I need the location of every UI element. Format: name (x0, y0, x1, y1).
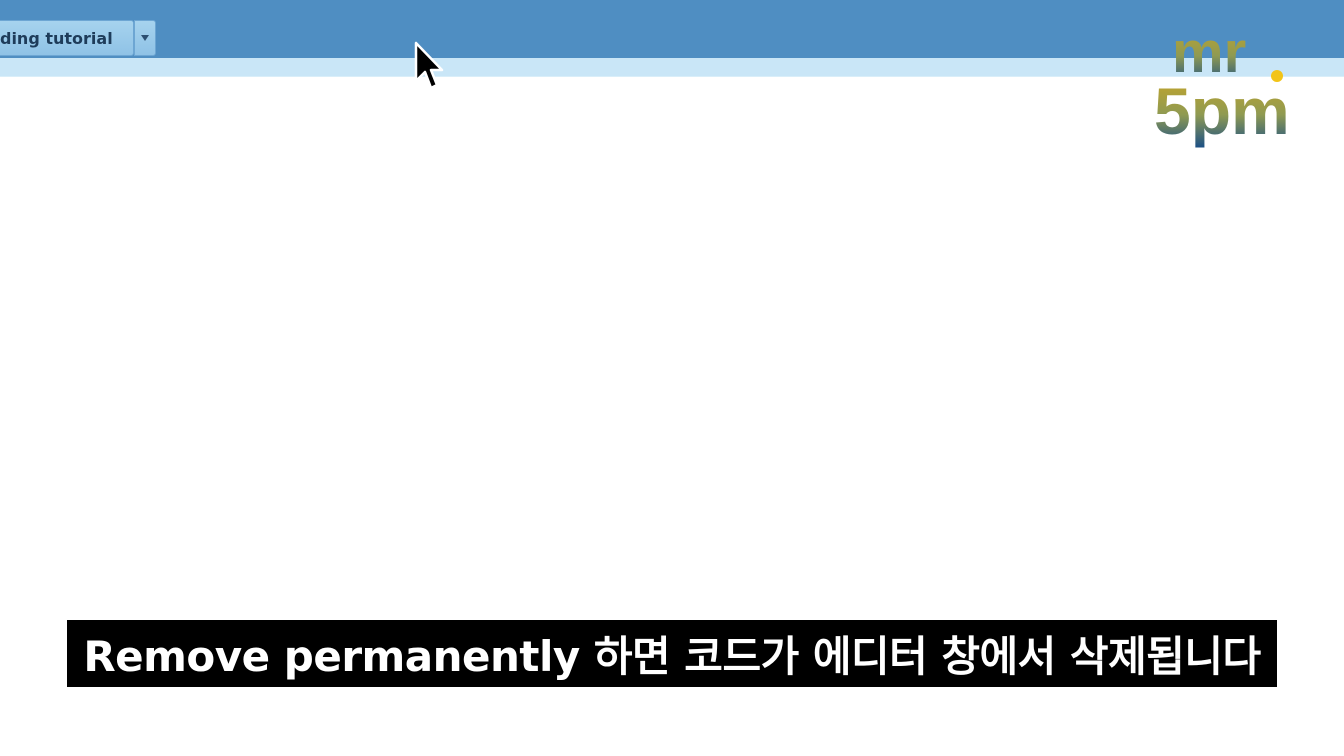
project-menu-label: oding tutorial (0, 28, 113, 48)
project-menu-button[interactable]: oding tutorial (0, 20, 134, 56)
project-dropdown-button[interactable] (134, 20, 156, 56)
subtitle-text: Remove permanently 하면 코드가 에디터 창에서 삭제됩니다 (83, 632, 1261, 681)
caret-down-icon (141, 35, 149, 41)
logo-line-2: 5pm (1154, 74, 1290, 148)
mr-5pm-logo: mr 5pm (1154, 24, 1290, 148)
video-frame: oding tutorial mr 5pm Remove permanently… (0, 0, 1344, 756)
mouse-pointer-icon (414, 41, 444, 97)
toolbar-strip (0, 58, 1344, 77)
top-toolbar: oding tutorial (0, 0, 1344, 58)
subtitle-caption: Remove permanently 하면 코드가 에디터 창에서 삭제됩니다 (67, 620, 1277, 687)
